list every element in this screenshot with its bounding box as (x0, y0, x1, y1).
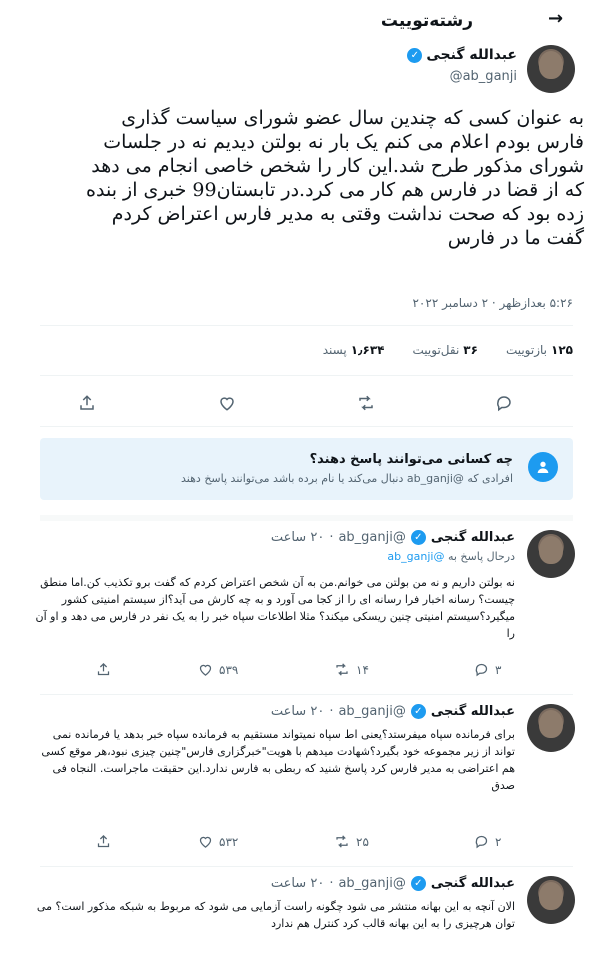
reply-tweet[interactable]: عبدالله گنجی ✓ @ab_ganji · ۲۰ ساعت الان … (0, 868, 613, 959)
retweet-button[interactable]: ۱۴ (334, 662, 369, 677)
like-icon[interactable] (213, 389, 241, 417)
stat-likes[interactable]: ۱٫۶۳۴پسند (323, 343, 385, 357)
retweet-count: ۱۴ (356, 662, 369, 677)
author-handle[interactable]: @ab_ganji (338, 704, 405, 719)
like-count: ۵۳۲ (219, 834, 239, 849)
reply-button[interactable]: ۲ (474, 834, 501, 849)
author-handle[interactable]: @ab_ganji (338, 530, 405, 545)
like-button[interactable]: ۵۳۲ (198, 834, 238, 849)
reply-tweet[interactable]: عبدالله گنجی ✓ @ab_ganji · ۲۰ ساعت برای … (0, 696, 613, 864)
reply-time[interactable]: ۲۰ ساعت (271, 530, 324, 545)
avatar[interactable] (527, 704, 575, 752)
divider (40, 866, 573, 867)
reply-time[interactable]: ۲۰ ساعت (271, 876, 324, 891)
who-can-reply-subtitle: افرادی که @ab_ganji دنبال می‌کند یا نام … (181, 472, 513, 485)
retweet-icon[interactable] (352, 389, 380, 417)
share-button[interactable] (96, 662, 111, 677)
verified-badge-icon: ✓ (407, 47, 423, 63)
reply-tweet[interactable]: عبدالله گنجی ✓ @ab_ganji · ۲۰ ساعت درحال… (0, 522, 613, 694)
author-handle[interactable]: @ab_ganji (450, 69, 517, 84)
share-icon[interactable] (73, 389, 101, 417)
dot-separator: · (329, 704, 334, 719)
who-can-reply-banner: چه کسانی می‌توانند پاسخ دهند؟ افرادی که … (40, 438, 573, 500)
like-icon (199, 664, 212, 676)
back-arrow-icon[interactable]: → (548, 8, 563, 29)
like-icon (199, 836, 212, 848)
reply-text: برای فرمانده سپاه میفرستد؟یعنی اط سپاه ن… (41, 728, 515, 792)
reply-header: عبدالله گنجی ✓ @ab_ganji · ۲۰ ساعت (271, 704, 515, 719)
retweet-icon (336, 835, 348, 848)
reply-icon (475, 835, 488, 849)
retweet-count: ۲۵ (356, 834, 369, 849)
reply-header: عبدالله گنجی ✓ @ab_ganji · ۲۰ ساعت (271, 530, 515, 545)
reply-time[interactable]: ۲۰ ساعت (271, 704, 324, 719)
person-icon (528, 452, 558, 482)
like-count: ۵۳۹ (219, 662, 239, 677)
verified-badge-icon: ✓ (410, 876, 426, 891)
verified-badge-icon: ✓ (410, 530, 426, 545)
reply-action-bar: ۵۳۹ ۱۴ ۳ (96, 662, 526, 686)
tweet-stats: ۱۲۵بازتوییت ۳۶نقل‌توییت ۱٫۶۳۴پسند (323, 343, 573, 357)
reply-count: ۲ (495, 834, 502, 849)
divider (40, 426, 573, 427)
tweet-action-bar (40, 385, 573, 421)
tweet-timestamp[interactable]: ۵:۲۶ بعدازظهر · ۲ دسامبر ۲۰۲۲ (412, 296, 573, 310)
author-handle[interactable]: @ab_ganji (338, 876, 405, 891)
share-icon (97, 834, 110, 848)
avatar[interactable] (527, 876, 575, 924)
dot-separator: · (329, 876, 334, 891)
verified-badge-icon: ✓ (410, 704, 426, 719)
divider (40, 325, 573, 326)
author-name[interactable]: عبدالله گنجی (431, 876, 515, 891)
avatar[interactable] (527, 45, 575, 93)
retweet-icon (336, 663, 348, 676)
tweet-text: به عنوان کسی که چندین سال عضو شورای سیاس… (86, 107, 584, 249)
top-bar: رشته‌توییت → (0, 0, 613, 44)
author-name[interactable]: عبدالله گنجی (426, 47, 517, 63)
reply-icon[interactable] (490, 389, 518, 417)
mention-link[interactable]: @ab_ganji (387, 550, 444, 563)
share-button[interactable] (96, 834, 111, 849)
divider (40, 375, 573, 376)
reply-text: نه بولتن داریم و نه من بولتن می خوانم.من… (35, 576, 515, 640)
stat-retweets[interactable]: ۱۲۵بازتوییت (506, 343, 573, 357)
author-name-row[interactable]: عبدالله گنجی ✓ (407, 47, 517, 63)
replying-to: درحال پاسخ به @ab_ganji (387, 550, 515, 563)
divider (40, 694, 573, 695)
reply-header: عبدالله گنجی ✓ @ab_ganji · ۲۰ ساعت (271, 876, 515, 891)
reply-icon (475, 663, 488, 677)
avatar[interactable] (527, 530, 575, 578)
author-name[interactable]: عبدالله گنجی (431, 704, 515, 719)
reply-text: الان آنچه به این بهانه منتشر می شود چگون… (36, 900, 515, 930)
reply-action-bar: ۵۳۲ ۲۵ ۲ (96, 834, 526, 858)
who-can-reply-title: چه کسانی می‌توانند پاسخ دهند؟ (309, 452, 513, 467)
share-icon (97, 662, 110, 676)
reply-count: ۳ (495, 662, 502, 677)
tweet-author: عبدالله گنجی ✓ @ab_ganji (0, 40, 613, 100)
section-separator (40, 515, 573, 521)
stat-quotes[interactable]: ۳۶نقل‌توییت (413, 343, 478, 357)
author-name[interactable]: عبدالله گنجی (431, 530, 515, 545)
like-button[interactable]: ۵۳۹ (198, 662, 238, 677)
page-title: رشته‌توییت (380, 11, 473, 31)
reply-button[interactable]: ۳ (474, 662, 501, 677)
dot-separator: · (329, 530, 334, 545)
retweet-button[interactable]: ۲۵ (334, 834, 369, 849)
